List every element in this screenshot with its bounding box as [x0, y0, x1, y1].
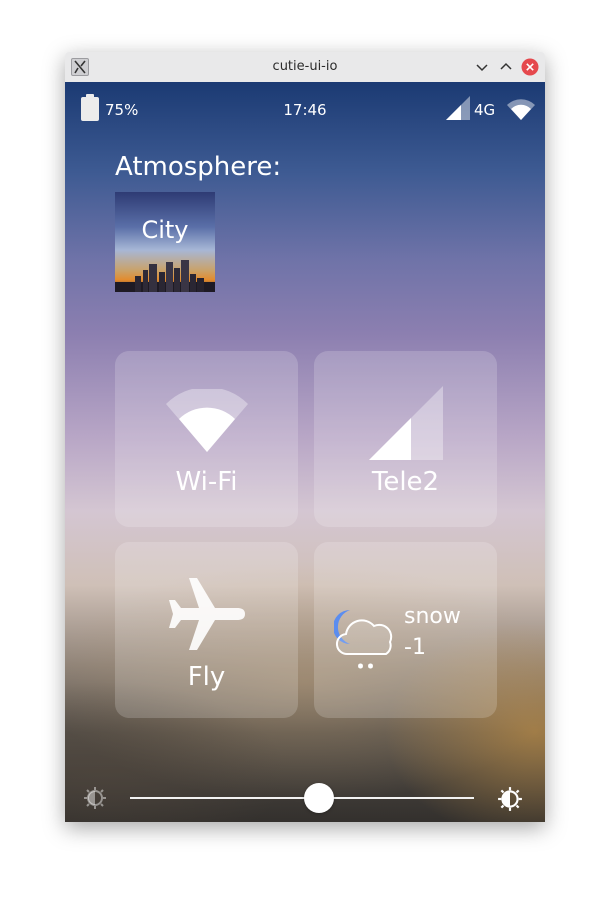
phone-screen: 75% 17:46 4G Atmosphere: City Wi-Fi Tele… — [65, 82, 545, 822]
wifi-icon — [164, 387, 250, 457]
title-bar[interactable]: cutie-ui-io — [65, 52, 545, 83]
app-window: cutie-ui-io 75% 17:46 4G Atmosphere: Cit… — [65, 52, 545, 822]
signal-icon — [446, 96, 470, 120]
brightness-slider-handle[interactable] — [304, 783, 335, 813]
atmosphere-city-thumbnail[interactable]: City — [115, 192, 215, 292]
brightness-high-icon — [497, 786, 523, 812]
status-bar: 75% 17:46 4G — [65, 82, 545, 132]
close-button[interactable] — [521, 58, 539, 76]
airplane-icon — [167, 574, 247, 658]
network-type: 4G — [474, 101, 496, 119]
cellular-label: Tele2 — [371, 467, 440, 497]
wifi-label: Wi-Fi — [175, 467, 238, 497]
atmosphere-label: City — [141, 216, 189, 244]
weather-condition: snow — [404, 604, 461, 629]
weather-temperature: -1 — [404, 635, 426, 660]
signal-icon — [369, 386, 443, 464]
wifi-icon — [506, 97, 536, 121]
clock: 17:46 — [283, 101, 327, 119]
brightness-slider-track[interactable] — [130, 797, 474, 799]
weather-tile[interactable]: snow -1 — [314, 542, 497, 718]
airplane-mode-tile[interactable]: Fly — [115, 542, 298, 718]
maximize-button[interactable] — [497, 58, 515, 76]
minimize-button[interactable] — [473, 58, 491, 76]
airplane-label: Fly — [187, 662, 226, 692]
wifi-toggle-tile[interactable]: Wi-Fi — [115, 351, 298, 527]
snow-cloud-icon — [333, 604, 398, 680]
atmosphere-title: Atmosphere: — [115, 152, 282, 182]
cellular-toggle-tile[interactable]: Tele2 — [314, 351, 497, 527]
city-skyline-image — [115, 260, 215, 292]
brightness-low-icon — [83, 786, 107, 810]
